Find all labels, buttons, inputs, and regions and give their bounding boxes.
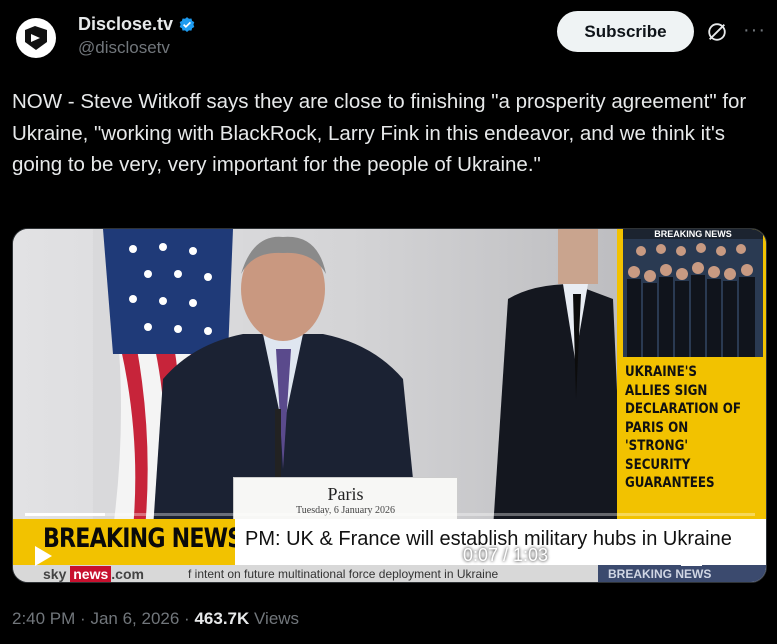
avatar[interactable] (16, 18, 56, 58)
fullscreen-icon[interactable] (726, 542, 750, 566)
gear-icon[interactable] (629, 542, 653, 566)
pip-icon[interactable] (678, 541, 704, 567)
strip-right-label: BREAKING NEWS (608, 567, 712, 581)
tweet-meta: 2:40 PM · Jan 6, 2026 · 463.7K Views (12, 609, 299, 629)
tweet-header: Disclose.tv @disclosetv Subscribe ··· (12, 10, 767, 62)
leaders-group-photo (623, 239, 763, 357)
meta-separator: · (80, 609, 86, 628)
video-player[interactable]: Paris Tuesday, 6 January 2026 BREAKING N… (12, 228, 767, 583)
sky-news: news (70, 566, 112, 582)
side-news-panel: BREAKING NEWS Ukraine's allies sign decl… (617, 229, 766, 529)
side-panel-heading: BREAKING NEWS (623, 229, 763, 239)
name-block: Disclose.tv @disclosetv (78, 14, 196, 58)
meta-separator-2: · (184, 609, 190, 628)
more-icon[interactable]: ··· (742, 18, 767, 43)
subscribe-button[interactable]: Subscribe (557, 11, 694, 52)
bottom-ticker-strip: sky news .com f intent on future multinat… (13, 565, 766, 582)
side-headline: Ukraine's allies sign declaration of Par… (625, 364, 741, 491)
verified-badge-icon (179, 16, 195, 32)
video-progress-fill (25, 513, 106, 516)
display-name[interactable]: Disclose.tv (78, 14, 196, 35)
volume-icon[interactable] (583, 542, 609, 566)
tweet-text: NOW - Steve Witkoff says they are close … (12, 90, 747, 176)
strip-ticker-text: f intent on future multinational force d… (188, 567, 499, 581)
tweet-time[interactable]: 2:40 PM (12, 609, 75, 628)
handle[interactable]: @disclosetv (78, 38, 196, 58)
breaking-news-label: BREAKING NEWS (43, 523, 243, 554)
paris-sign: Paris Tuesday, 6 January 2026 (233, 477, 458, 525)
tweet-date[interactable]: Jan 6, 2026 (90, 609, 179, 628)
views-label: Views (254, 609, 300, 628)
play-icon[interactable] (33, 545, 53, 567)
sign-city: Paris (327, 484, 364, 504)
sky-suffix: .com (111, 566, 144, 582)
person-right-image (493, 229, 623, 529)
breaking-news-bar: BREAKING NEWS PM: UK & France will estab… (13, 519, 766, 565)
disclose-logo-icon (25, 26, 47, 50)
views-count: 463.7K (194, 609, 250, 628)
sky-prefix: sky (43, 566, 67, 582)
video-progress-bar[interactable] (25, 513, 755, 516)
sky-news-logo: sky news .com (43, 566, 144, 582)
video-time: 0:07 / 1:03 (463, 545, 549, 565)
grok-icon[interactable] (706, 21, 728, 43)
strip-right: BREAKING NEWS (598, 565, 766, 582)
display-name-text[interactable]: Disclose.tv (78, 14, 173, 35)
